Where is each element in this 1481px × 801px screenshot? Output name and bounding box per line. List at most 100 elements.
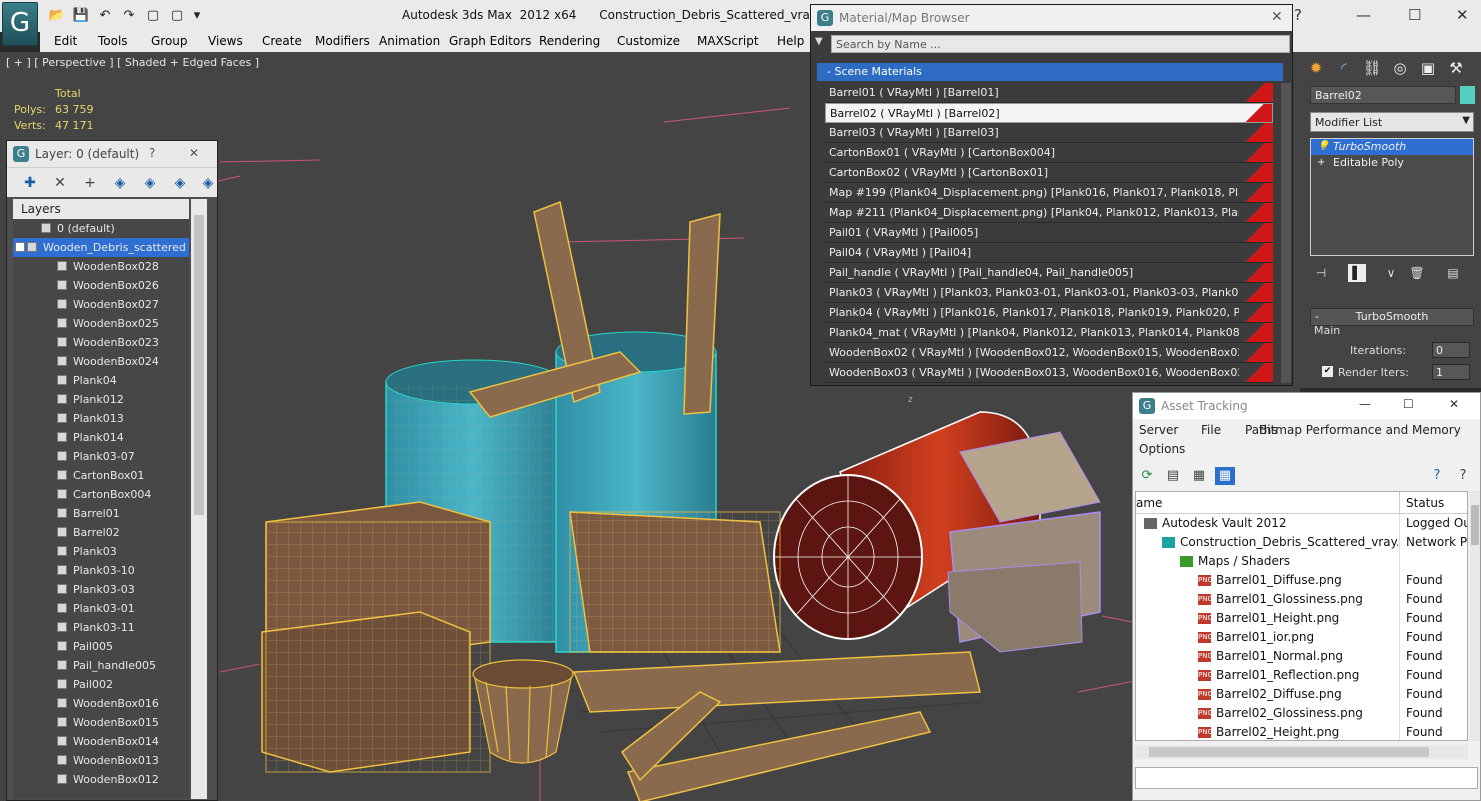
layer-scrollbar[interactable]	[191, 199, 207, 799]
layer-row[interactable]: Plank04	[13, 371, 189, 390]
asset-row[interactable]: PNG Barrel01_Diffuse.png Found	[1136, 571, 1467, 590]
material-search-input[interactable]: Search by Name ...	[831, 35, 1290, 53]
material-row[interactable]: Plank04 ( VRayMtl ) [Plank016, Plank017,…	[825, 303, 1273, 323]
redo-icon[interactable]: ↷	[120, 8, 138, 24]
layer-row[interactable]: Plank03-10	[13, 561, 189, 580]
configure-modifier-sets-icon[interactable]: ▤	[1444, 264, 1462, 282]
layer-row[interactable]: Plank014	[13, 428, 189, 447]
make-unique-icon[interactable]: ∨	[1382, 264, 1400, 282]
material-row[interactable]: WoodenBox03 ( VRayMtl ) [WoodenBox013, W…	[825, 363, 1273, 383]
maximize-icon[interactable]: ☐	[1403, 397, 1414, 411]
asset-row[interactable]: Maps / Shaders	[1136, 552, 1467, 571]
menu-tools[interactable]: Tools	[98, 34, 128, 48]
asset-row[interactable]: PNG Barrel02_Diffuse.png Found	[1136, 685, 1467, 704]
collapse-icon[interactable]	[15, 242, 25, 252]
menu-rendering[interactable]: Rendering	[539, 34, 600, 48]
asset-vscroll-thumb[interactable]	[1471, 505, 1479, 545]
layer-row[interactable]: WoodenBox026	[13, 276, 189, 295]
stack-item[interactable]: + Editable Poly	[1311, 155, 1473, 171]
material-row[interactable]: Plank03 ( VRayMtl ) [Plank03, Plank03-01…	[825, 283, 1273, 303]
table-view-icon[interactable]: ▦	[1215, 467, 1235, 485]
menu-file[interactable]: File	[1201, 423, 1221, 437]
material-scrollbar[interactable]	[1281, 83, 1291, 383]
object-color-swatch[interactable]	[1460, 86, 1475, 104]
menu-server[interactable]: Server	[1139, 423, 1178, 437]
material-row[interactable]: Pail04 ( VRayMtl ) [Pail04]	[825, 243, 1273, 263]
asset-row[interactable]: PNG Barrel01_Normal.png Found	[1136, 647, 1467, 666]
save-file-icon[interactable]: 💾	[72, 8, 90, 24]
asset-row[interactable]: PNG Barrel02_Glossiness.png Found	[1136, 704, 1467, 723]
material-row[interactable]: Plank04_mat ( VRayMtl ) [Plank04, Plank0…	[825, 323, 1273, 343]
refresh-icon[interactable]: ⟳	[1137, 467, 1157, 485]
asset-vertical-scrollbar[interactable]	[1470, 491, 1480, 741]
asset-hscroll-thumb[interactable]	[1149, 747, 1429, 757]
asset-path-field[interactable]	[1135, 767, 1478, 789]
list-view-icon[interactable]: ▤	[1163, 467, 1183, 485]
layer-row[interactable]: CartonBox01	[13, 466, 189, 485]
open-file-icon[interactable]: 📂	[48, 8, 66, 24]
layer-row[interactable]: Plank012	[13, 390, 189, 409]
layer-row[interactable]: Barrel01	[13, 504, 189, 523]
layer-row[interactable]: Plank03-01	[13, 599, 189, 618]
quick-access-dropdown-icon[interactable]: ▾	[188, 8, 206, 24]
column-divider[interactable]	[1399, 492, 1400, 514]
menu-maxscript[interactable]: MAXScript	[697, 34, 759, 48]
add-to-layer-icon[interactable]: +	[81, 174, 99, 192]
material-row[interactable]: Map #199 (Plank04_Displacement.png) [Pla…	[825, 183, 1273, 203]
context-help-icon[interactable]: ?	[1453, 467, 1473, 485]
menu-options[interactable]: Options	[1139, 442, 1185, 456]
menu-help[interactable]: Help	[777, 34, 804, 48]
layer-row[interactable]: Plank03	[13, 542, 189, 561]
layer-row[interactable]: WoodenBox024	[13, 352, 189, 371]
layer-row[interactable]: WoodenBox025	[13, 314, 189, 333]
browser-options-icon[interactable]: ▼	[815, 36, 823, 47]
layer-row[interactable]: WoodenBox013	[13, 751, 189, 770]
hold-icon[interactable]: ▢	[144, 8, 162, 24]
motion-tab-icon[interactable]: ◎	[1388, 56, 1412, 80]
menu-group[interactable]: Group	[151, 34, 188, 48]
material-row[interactable]: Barrel03 ( VRayMtl ) [Barrel03]	[825, 123, 1273, 143]
viewport-label[interactable]: [ + ] [ Perspective ] [ Shaded + Edged F…	[6, 56, 259, 69]
menu-create[interactable]: Create	[262, 34, 302, 48]
render-iters-spinner[interactable]: 1	[1432, 364, 1470, 380]
new-layer-icon[interactable]: ✚	[21, 174, 39, 192]
layer-row[interactable]: Pail002	[13, 675, 189, 694]
column-header-name[interactable]: ame	[1136, 496, 1162, 510]
asset-row[interactable]: Autodesk Vault 2012 Logged Out	[1136, 514, 1467, 533]
pin-stack-icon[interactable]: ⊣	[1312, 264, 1330, 282]
menu-animation[interactable]: Animation	[379, 34, 440, 48]
layer-row[interactable]: Pail_handle005	[13, 656, 189, 675]
lightbulb-icon[interactable]: 💡	[1317, 139, 1329, 155]
asset-horizontal-scrollbar[interactable]	[1135, 745, 1468, 759]
material-row[interactable]: CartonBox01 ( VRayMtl ) [CartonBox004]	[825, 143, 1273, 163]
layer-row[interactable]: Wooden_Debris_scattered	[13, 238, 189, 257]
scene-materials-group[interactable]: - Scene Materials	[817, 63, 1283, 81]
material-row[interactable]: CartonBox02 ( VRayMtl ) [CartonBox01]	[825, 163, 1273, 183]
thumbnail-view-icon[interactable]: ▦	[1189, 467, 1209, 485]
close-icon[interactable]: ✕	[1456, 6, 1469, 24]
help-icon[interactable]: ?	[149, 146, 155, 160]
delete-layer-icon[interactable]: ✕	[51, 174, 69, 192]
highlight-layer-icon[interactable]: ◈	[141, 174, 159, 192]
material-row[interactable]: Pail_handle ( VRayMtl ) [Pail_handle04, …	[825, 263, 1273, 283]
column-header-status[interactable]: Status	[1406, 496, 1444, 510]
freeze-all-icon[interactable]: ◈	[199, 174, 217, 192]
iterations-spinner[interactable]: 0	[1432, 342, 1470, 358]
remove-modifier-icon[interactable]: 🗑	[1408, 264, 1426, 282]
close-icon[interactable]: ✕	[1449, 397, 1459, 411]
material-row[interactable]: Barrel02 ( VRayMtl ) [Barrel02]	[825, 103, 1273, 123]
layer-row[interactable]: CartonBox004	[13, 485, 189, 504]
maximize-icon[interactable]: ☐	[1408, 6, 1421, 24]
object-name-field[interactable]: Barrel02	[1310, 86, 1456, 104]
fetch-icon[interactable]: ▢	[168, 8, 186, 24]
menu-graph-editors[interactable]: Graph Editors	[449, 34, 531, 48]
layer-row[interactable]: WoodenBox028	[13, 257, 189, 276]
asset-row[interactable]: PNG Barrel01_ior.png Found	[1136, 628, 1467, 647]
menu-edit[interactable]: Edit	[54, 34, 77, 48]
layer-row[interactable]: WoodenBox015	[13, 713, 189, 732]
hide-all-icon[interactable]: ◈	[171, 174, 189, 192]
modify-tab-icon[interactable]: ◜	[1332, 56, 1356, 80]
close-icon[interactable]: ✕	[189, 146, 199, 160]
stack-item[interactable]: 💡 TurboSmooth	[1311, 139, 1473, 155]
asset-row[interactable]: PNG Barrel01_Reflection.png Found	[1136, 666, 1467, 685]
